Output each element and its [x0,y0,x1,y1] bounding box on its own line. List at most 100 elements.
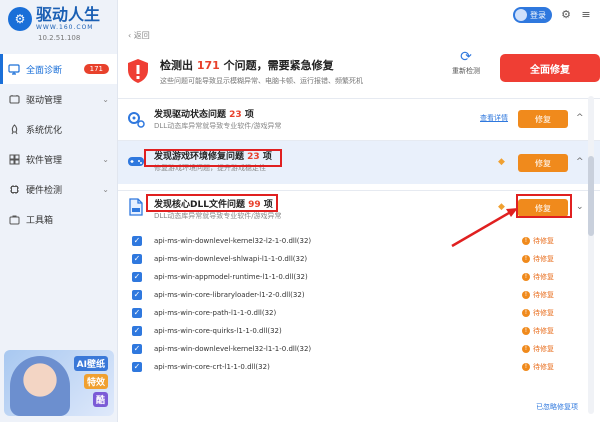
back-link[interactable]: ‹ 返回 [128,30,150,41]
section-count: 23 [229,110,242,120]
refresh-icon: ⟳ [460,49,472,65]
scrollbar-thumb[interactable] [588,156,594,236]
promo-avatar-card[interactable]: AI壁纸 特效 酷 [4,350,114,416]
status-text: 待修复 [533,273,554,281]
list-item: ✓ api-ms-win-core-quirks-l1-1-0.dll(32) … [132,322,592,340]
row-status: ! 待修复 [522,290,592,300]
status-text: 待修复 [533,237,554,245]
sidebar-item-diagnose[interactable]: 全面诊断 171 [0,54,117,84]
chevron-up-icon[interactable]: ^ [576,157,584,167]
brand: ⚙ 驱动人生 WWW.160.COM 10.2.51.108 [0,0,117,48]
row-checkbox[interactable]: ✓ [132,272,142,282]
section-subtitle: DLL动态库异常就导致专业软件/游戏异常 [154,122,282,130]
warning-icon: ! [522,309,530,317]
rescan-button[interactable]: ⟳ 重新检测 [446,48,486,76]
dll-file-name: api-ms-win-core-path-l1-1-0.dll(32) [154,309,277,317]
main-panel: 登录 ⚙ ≡ ‹ 返回 检测出 171 个问题，需要紧急修复 这些问题可能导致显… [118,0,600,422]
login-label: 登录 [530,10,546,20]
gamepad-icon [128,157,144,166]
dll-file-name: api-ms-win-core-libraryloader-l1-2-0.dll… [154,291,305,299]
row-status: ! 待修复 [522,272,592,282]
row-checkbox[interactable]: ✓ [132,290,142,300]
app-window: ⚙ 驱动人生 WWW.160.COM 10.2.51.108 全面诊断 171 [0,0,600,422]
brand-logo-icon: ⚙ [8,6,32,31]
row-checkbox[interactable]: ✓ [132,326,142,336]
row-status: ! 待修复 [522,308,592,318]
row-checkbox[interactable]: ✓ [132,308,142,318]
status-text: 待修复 [533,309,554,317]
brand-site: WWW.160.COM [36,24,94,31]
list-item: ✓ api-ms-win-core-crt-l1-1-0.dll(32) ! 待修… [132,358,592,376]
dll-file-name: api-ms-win-core-quirks-l1-1-0.dll(32) [154,327,282,335]
highlight-box [144,149,282,167]
sidebar-item-hardware[interactable]: 硬件检测 ⌄ [0,174,117,204]
row-checkbox[interactable]: ✓ [132,254,142,264]
promo-tag: 特效 [83,374,108,389]
rescan-label: 重新检测 [452,67,480,75]
status-text: 待修复 [533,255,554,263]
row-checkbox[interactable]: ✓ [132,236,142,246]
chevron-down-icon[interactable]: ⌄ [576,202,584,212]
fix-all-button[interactable]: 全面修复 [500,54,600,82]
view-details-link[interactable]: 查看详情 [480,113,508,123]
brand-version: 10.2.51.108 [38,34,81,42]
sidebar-item-label: 工具箱 [26,215,54,226]
gear-icon[interactable]: ⚙ [560,9,572,21]
dll-file-name: api-ms-win-appmodel-runtime-l1-1-0.dll(3… [154,273,308,281]
issue-count: 171 [196,58,220,72]
chevron-down-icon: ⌄ [102,184,109,194]
grid-icon [8,153,20,165]
issue-count-badge: 171 [83,64,109,74]
list-item: ✓ api-ms-win-core-path-l1-1-0.dll(32) ! 待… [132,304,592,322]
section-unit: 项 [244,110,254,120]
section-title: 发现驱动状态问题 23 项 [154,107,254,120]
status-text: 待修复 [533,345,554,353]
fix-button[interactable]: 修复 [518,110,568,128]
sidebar-item-label: 系统优化 [26,125,63,136]
row-checkbox[interactable]: ✓ [132,344,142,354]
diamond-icon: ◆ [498,157,505,167]
warning-icon: ! [522,273,530,281]
login-button[interactable]: 登录 [513,7,552,23]
status-text: 待修复 [533,363,554,371]
ignored-items-link[interactable]: 已忽略修复项 [536,402,578,412]
sidebar-item-optimize[interactable]: 系统优化 [0,114,117,144]
driver-status-section: 发现驱动状态问题 23 项 DLL动态库异常就导致专业软件/游戏异常 查看详情 … [118,98,600,138]
row-status: ! 待修复 [522,236,592,246]
list-item: ✓ api-ms-win-downlevel-kernel32-l2-1-0.d… [132,232,592,250]
monitor-icon [8,63,20,75]
anime-avatar-image [10,356,70,416]
status-text: 待修复 [533,291,554,299]
back-label: 返回 [133,31,150,40]
sidebar-item-label: 软件管理 [26,155,63,166]
sidebar-item-label: 硬件检测 [26,185,63,196]
list-item: ✓ api-ms-win-appmodel-runtime-l1-1-0.dll… [132,268,592,286]
dll-file-name: api-ms-win-downlevel-shlwapi-l1-1-0.dll(… [154,255,308,263]
sidebar-item-label: 驱动管理 [26,95,63,106]
sidebar-item-toolbox[interactable]: 工具箱 [0,204,117,234]
fix-button[interactable]: 修复 [518,154,568,172]
sidebar: ⚙ 驱动人生 WWW.160.COM 10.2.51.108 全面诊断 171 [0,0,118,422]
list-item: ✓ api-ms-win-downlevel-shlwapi-l1-1-0.dl… [132,250,592,268]
warning-icon: ! [522,291,530,299]
brand-name: 驱动人生 [36,5,101,24]
warning-icon: ! [522,345,530,353]
chevron-down-icon: ⌄ [102,154,109,164]
sidebar-item-driver[interactable]: 驱动管理 ⌄ [0,84,117,114]
scrollbar[interactable] [588,96,594,414]
sidebar-item-software[interactable]: 软件管理 ⌄ [0,144,117,174]
chevron-up-icon[interactable]: ^ [576,113,584,123]
warning-icon: ! [522,237,530,245]
summary-title-suffix: 个问题，需要紧急修复 [223,58,334,72]
menu-icon[interactable]: ≡ [580,9,592,21]
sidebar-item-label: 全面诊断 [26,65,63,76]
summary-subtitle: 这些问题可能导致显示模糊异常、电脑卡顿、运行报错、频繁死机 [160,76,363,85]
status-text: 待修复 [533,327,554,335]
row-checkbox[interactable]: ✓ [132,362,142,372]
scan-summary: 检测出 171 个问题，需要紧急修复 这些问题可能导致显示模糊异常、电脑卡顿、运… [124,48,600,94]
dll-file-name: api-ms-win-core-crt-l1-1-0.dll(32) [154,363,270,371]
dll-file-list: ✓ api-ms-win-downlevel-kernel32-l2-1-0.d… [132,232,592,376]
dll-file-name: api-ms-win-downlevel-kernel32-l2-1-0.dll… [154,237,312,245]
rocket-icon [8,123,20,135]
driver-icon [8,93,20,105]
